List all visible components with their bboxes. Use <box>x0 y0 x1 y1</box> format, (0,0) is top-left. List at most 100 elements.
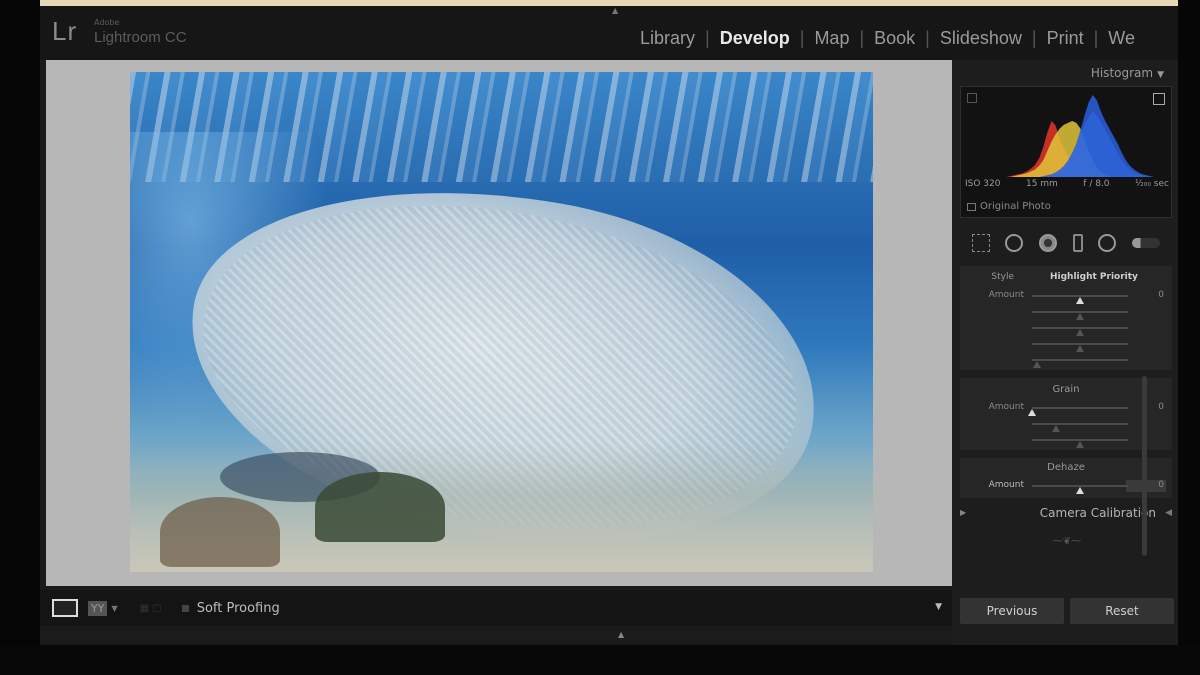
module-slideshow[interactable]: Slideshow <box>938 28 1024 49</box>
lightroom-logo: Lr <box>52 16 78 46</box>
photo-preview[interactable] <box>130 72 873 572</box>
histogram-header[interactable]: Histogram ▼ <box>1091 66 1164 80</box>
module-map[interactable]: Map <box>812 28 851 49</box>
grain-section: Grain Amount 0 <box>960 378 1172 450</box>
grain-amount-slider[interactable] <box>1028 407 1128 416</box>
radial-filter-tool-icon[interactable] <box>1098 234 1117 252</box>
module-separator: | <box>1031 28 1037 48</box>
slider-thumb[interactable] <box>1076 441 1084 448</box>
slider-thumb[interactable] <box>1052 425 1060 432</box>
right-panel-scrollbar[interactable] <box>1142 376 1147 556</box>
module-web[interactable]: We <box>1106 28 1137 49</box>
grain-amount-row: Amount 0 <box>960 400 1172 416</box>
spot-removal-tool-icon[interactable] <box>1005 234 1024 252</box>
module-library[interactable]: Library <box>638 28 697 49</box>
grain-amount-value[interactable]: 0 <box>1158 402 1164 412</box>
grain-size-row <box>960 416 1172 432</box>
loupe-view-icon[interactable] <box>52 599 78 617</box>
vignette-amount-row: Amount 0 <box>960 288 1172 304</box>
slider-thumb[interactable] <box>1028 409 1036 416</box>
vignette-amount-slider[interactable] <box>1032 295 1128 304</box>
reset-button[interactable]: Reset <box>1070 598 1174 624</box>
histogram-title: Histogram <box>1090 66 1154 80</box>
slider-thumb[interactable] <box>1076 487 1084 494</box>
soft-proofing-checkbox[interactable] <box>181 604 189 612</box>
collapse-top-panel-icon[interactable]: ▲ <box>612 6 618 15</box>
module-picker: Library | Develop | Map | Book | Slidesh… <box>638 28 1137 49</box>
toolbar-menu-icon[interactable]: ▼ <box>935 602 942 612</box>
slider-thumb[interactable] <box>1076 297 1084 304</box>
monitor-bezel-bottom <box>0 645 1200 675</box>
dehaze-amount-slider[interactable] <box>1032 485 1128 494</box>
dehaze-amount-value[interactable]: 0 <box>1158 480 1164 490</box>
exif-info: ISO 320 15 mm f / 8.0 ¹⁄₂₀₀ sec <box>965 179 1169 189</box>
grain-amount-label: Amount <box>988 402 1024 412</box>
soft-proofing-label: Soft Proofing <box>196 600 280 616</box>
grain-size-slider[interactable] <box>1032 423 1128 432</box>
vignette-section: Style Highlight Priority Amount 0 <box>960 266 1172 370</box>
before-after-view-icon[interactable]: YY <box>88 600 108 616</box>
original-photo-label: Original Photo <box>980 201 1051 212</box>
camera-calibration-header[interactable]: ▶ Camera Calibration ◀ <box>960 506 1172 520</box>
camera-calibration-label: Camera Calibration <box>1039 506 1156 520</box>
slider-thumb[interactable] <box>1076 313 1084 320</box>
photo-coral <box>315 472 445 542</box>
grain-roughness-slider[interactable] <box>1032 439 1128 448</box>
vignette-amount-value[interactable]: 0 <box>1158 290 1164 300</box>
original-photo-toggle[interactable]: Original Photo <box>967 201 1051 212</box>
red-eye-tool-icon[interactable] <box>1039 234 1058 252</box>
grain-roughness-row <box>960 432 1172 448</box>
module-bar: Lr Adobe Lightroom CC ▲ Library | Develo… <box>40 6 1178 60</box>
vignette-midpoint-slider[interactable] <box>1032 311 1128 320</box>
module-print[interactable]: Print <box>1045 28 1086 49</box>
dehaze-amount-row: Amount 0 <box>960 478 1172 494</box>
tool-strip <box>960 228 1172 258</box>
vignette-highlights-row <box>960 352 1172 368</box>
dehaze-amount-label: Amount <box>988 480 1024 490</box>
vignette-style-label: Style <box>991 272 1014 282</box>
vignette-highlights-slider[interactable] <box>1032 359 1128 368</box>
monitor-bezel-left <box>0 0 40 675</box>
module-separator: | <box>1093 28 1099 48</box>
exif-aperture: f / 8.0 <box>1083 179 1110 189</box>
collapse-triangle-icon: ▼ <box>1157 70 1164 80</box>
lightroom-window: Lr Adobe Lightroom CC ▲ Library | Develo… <box>40 6 1178 646</box>
previous-button[interactable]: Previous <box>960 598 1064 624</box>
disabled-tool-icon: ▦ ▢ <box>139 602 162 614</box>
identity-plate: Adobe Lightroom CC <box>94 18 187 46</box>
highlight-clipping-icon[interactable] <box>1153 93 1165 105</box>
histogram[interactable]: ISO 320 15 mm f / 8.0 ¹⁄₂₀₀ sec Original… <box>960 86 1172 218</box>
slider-thumb[interactable] <box>1032 361 1041 368</box>
crop-tool-icon[interactable] <box>971 234 990 252</box>
grain-title: Grain <box>1052 384 1080 395</box>
expand-filmstrip-icon[interactable]: ▲ <box>618 630 624 639</box>
histogram-graph <box>965 94 1167 177</box>
vignette-feather-row <box>960 336 1172 352</box>
chevron-down-icon[interactable]: ▼ <box>111 604 117 613</box>
vignette-midpoint-row <box>960 304 1172 320</box>
module-book[interactable]: Book <box>872 28 917 49</box>
exif-iso: ISO 320 <box>965 179 1001 189</box>
slider-thumb[interactable] <box>1076 329 1084 336</box>
vignette-amount-label: Amount <box>988 290 1024 300</box>
monitor-bezel-right <box>1178 0 1200 675</box>
vignette-roundness-slider[interactable] <box>1032 327 1128 336</box>
vignette-feather-slider[interactable] <box>1032 343 1128 352</box>
module-separator: | <box>925 28 930 48</box>
module-develop[interactable]: Develop <box>718 28 792 49</box>
panel-end-ornament-icon: ⁓❦⁓ <box>1052 536 1082 547</box>
module-separator: | <box>705 28 710 48</box>
right-panel: Histogram ▼ ISO 320 15 mm f / 8.0 ¹⁄₂₀₀ s… <box>952 60 1178 646</box>
original-photo-checkbox[interactable] <box>967 202 976 211</box>
exif-shutter: ¹⁄₂₀₀ sec <box>1135 179 1169 189</box>
slider-thumb[interactable] <box>1076 345 1084 352</box>
graduated-filter-tool-icon[interactable] <box>1072 234 1083 252</box>
shadow-clipping-icon[interactable] <box>967 93 977 103</box>
adjustment-brush-tool-icon[interactable] <box>1132 238 1161 248</box>
vignette-style-select[interactable]: Highlight Priority <box>1050 272 1138 282</box>
exif-focal-length: 15 mm <box>1025 179 1058 189</box>
dehaze-title: Dehaze <box>1047 462 1085 473</box>
module-separator: | <box>799 28 805 48</box>
image-canvas[interactable] <box>46 60 952 586</box>
module-separator: | <box>859 28 865 48</box>
